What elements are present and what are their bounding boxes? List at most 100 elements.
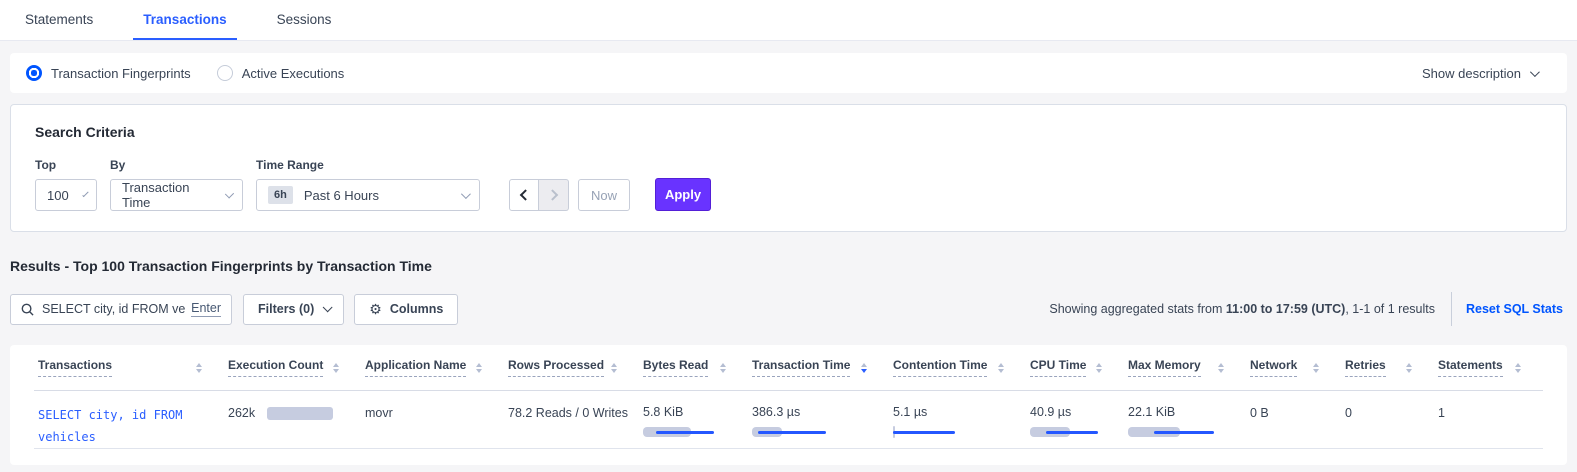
filters-button[interactable]: Filters (0) xyxy=(243,294,344,325)
radio-label: Transaction Fingerprints xyxy=(51,66,191,81)
search-criteria-form: Top 100 By Transaction Time Time Range xyxy=(35,158,1542,211)
cell-application-name: movr xyxy=(361,391,504,448)
show-description-toggle[interactable]: Show description xyxy=(1422,66,1551,81)
column-header-transactions[interactable]: Transactions xyxy=(34,358,224,377)
cell-rows-processed: 78.2 Reads / 0 Writes xyxy=(504,391,639,448)
tab-transactions[interactable]: Transactions xyxy=(133,0,236,40)
sort-icon[interactable] xyxy=(720,363,726,373)
column-header-statements[interactable]: Statements xyxy=(1434,358,1543,377)
chevron-down-icon xyxy=(225,189,234,198)
search-icon xyxy=(21,303,34,316)
time-range-value: Past 6 Hours xyxy=(304,188,379,203)
by-label: By xyxy=(110,158,243,172)
columns-button[interactable]: ⚙ Columns xyxy=(354,294,458,325)
now-button[interactable]: Now xyxy=(578,179,630,211)
time-range-select[interactable]: 6h Past 6 Hours xyxy=(256,179,480,211)
sort-icon[interactable] xyxy=(1096,363,1102,373)
cell-retries: 0 xyxy=(1341,391,1434,448)
sort-icon-active-desc[interactable] xyxy=(861,363,867,373)
page-tabs: Statements Transactions Sessions xyxy=(0,0,1577,41)
statement-search-box[interactable]: Enter xyxy=(10,294,232,325)
tab-statements[interactable]: Statements xyxy=(15,0,103,40)
cell-statements: 1 xyxy=(1434,391,1543,448)
radio-transaction-fingerprints[interactable]: Transaction Fingerprints xyxy=(26,65,191,81)
previous-time-window-button[interactable] xyxy=(509,179,539,211)
tab-sessions[interactable]: Sessions xyxy=(267,0,342,40)
cell-execution-count: 262k xyxy=(224,391,361,448)
top-field: Top 100 xyxy=(35,158,97,211)
top-select[interactable]: 100 xyxy=(35,179,97,211)
transaction-fingerprint-link[interactable]: SELECT city, id FROM vehicles xyxy=(38,405,202,448)
max-memory-bar xyxy=(1128,426,1224,438)
top-label: Top xyxy=(35,158,97,172)
cell-network: 0 B xyxy=(1246,391,1341,448)
time-nav-group xyxy=(509,179,569,211)
gear-icon: ⚙ xyxy=(369,302,382,316)
results-controls-row: Enter Filters (0) ⚙ Columns Showing aggr… xyxy=(10,292,1567,326)
chevron-right-icon xyxy=(546,189,557,200)
by-select-value: Transaction Time xyxy=(122,180,211,210)
column-header-retries[interactable]: Retries xyxy=(1341,358,1434,377)
filters-label: Filters (0) xyxy=(258,302,314,316)
chevron-down-icon xyxy=(323,302,333,312)
chevron-left-icon xyxy=(520,189,531,200)
column-header-contention-time[interactable]: Contention Time xyxy=(889,358,1026,377)
cell-transaction-time: 386.3 µs xyxy=(748,391,889,448)
chevron-down-icon xyxy=(82,190,89,197)
chevron-down-icon xyxy=(461,189,471,199)
time-range-label: Time Range xyxy=(256,158,480,172)
time-range-field: Time Range 6h Past 6 Hours xyxy=(256,158,480,211)
column-header-max-memory[interactable]: Max Memory xyxy=(1124,358,1246,377)
contention-time-bar xyxy=(893,426,1004,438)
by-field: By Transaction Time xyxy=(110,158,243,211)
divider xyxy=(1451,292,1452,326)
aggregated-stats-note: Showing aggregated stats from 11:00 to 1… xyxy=(1049,302,1435,316)
search-input[interactable] xyxy=(42,302,185,316)
radio-unselected-icon xyxy=(217,65,233,81)
search-enter-button[interactable]: Enter xyxy=(191,301,221,316)
sort-icon[interactable] xyxy=(1515,363,1521,373)
by-select[interactable]: Transaction Time xyxy=(110,179,243,211)
search-criteria-panel: Search Criteria Top 100 By Transaction T… xyxy=(10,104,1567,232)
column-header-execution-count[interactable]: Execution Count xyxy=(224,358,361,377)
stats-time-range: 11:00 to 17:59 (UTC) xyxy=(1226,302,1345,316)
reset-sql-stats-link[interactable]: Reset SQL Stats xyxy=(1466,302,1563,316)
apply-button[interactable]: Apply xyxy=(655,178,711,211)
cell-transactions: SELECT city, id FROM vehicles xyxy=(34,391,224,448)
cpu-time-bar xyxy=(1030,426,1102,438)
sort-icon[interactable] xyxy=(196,363,202,373)
show-description-label: Show description xyxy=(1422,66,1521,81)
sort-icon[interactable] xyxy=(611,363,617,373)
column-header-rows-processed[interactable]: Rows Processed xyxy=(504,358,639,377)
search-criteria-title: Search Criteria xyxy=(35,124,1542,140)
top-select-value: 100 xyxy=(47,188,69,203)
chevron-down-icon xyxy=(1530,67,1540,77)
sort-icon[interactable] xyxy=(1218,363,1224,373)
next-time-window-button[interactable] xyxy=(539,179,569,211)
results-heading: Results - Top 100 Transaction Fingerprin… xyxy=(10,258,1567,274)
transaction-time-bar xyxy=(752,426,867,438)
sort-icon[interactable] xyxy=(998,363,1004,373)
radio-active-executions[interactable]: Active Executions xyxy=(217,65,345,81)
cell-bytes-read: 5.8 KiB xyxy=(639,391,748,448)
transactions-table: Transactions Execution Count Application… xyxy=(10,345,1567,465)
column-header-application-name[interactable]: Application Name xyxy=(361,358,504,377)
time-range-badge: 6h xyxy=(268,186,293,204)
column-header-transaction-time[interactable]: Transaction Time xyxy=(748,358,889,377)
sort-icon[interactable] xyxy=(1313,363,1319,373)
transactions-page: Statements Transactions Sessions Transac… xyxy=(0,0,1577,465)
cell-contention-time: 5.1 µs xyxy=(889,391,1026,448)
radio-label: Active Executions xyxy=(242,66,345,81)
radio-selected-icon xyxy=(26,65,42,81)
sort-icon[interactable] xyxy=(476,363,482,373)
column-header-network[interactable]: Network xyxy=(1246,358,1341,377)
column-header-cpu-time[interactable]: CPU Time xyxy=(1026,358,1124,377)
sort-icon[interactable] xyxy=(1406,363,1412,373)
bytes-read-bar xyxy=(643,426,726,438)
execution-count-bar xyxy=(267,407,333,420)
columns-label: Columns xyxy=(390,302,443,316)
sort-icon[interactable] xyxy=(333,363,339,373)
cell-max-memory: 22.1 KiB xyxy=(1124,391,1246,448)
column-header-bytes-read[interactable]: Bytes Read xyxy=(639,358,748,377)
view-toggle-panel: Transaction Fingerprints Active Executio… xyxy=(10,53,1567,93)
